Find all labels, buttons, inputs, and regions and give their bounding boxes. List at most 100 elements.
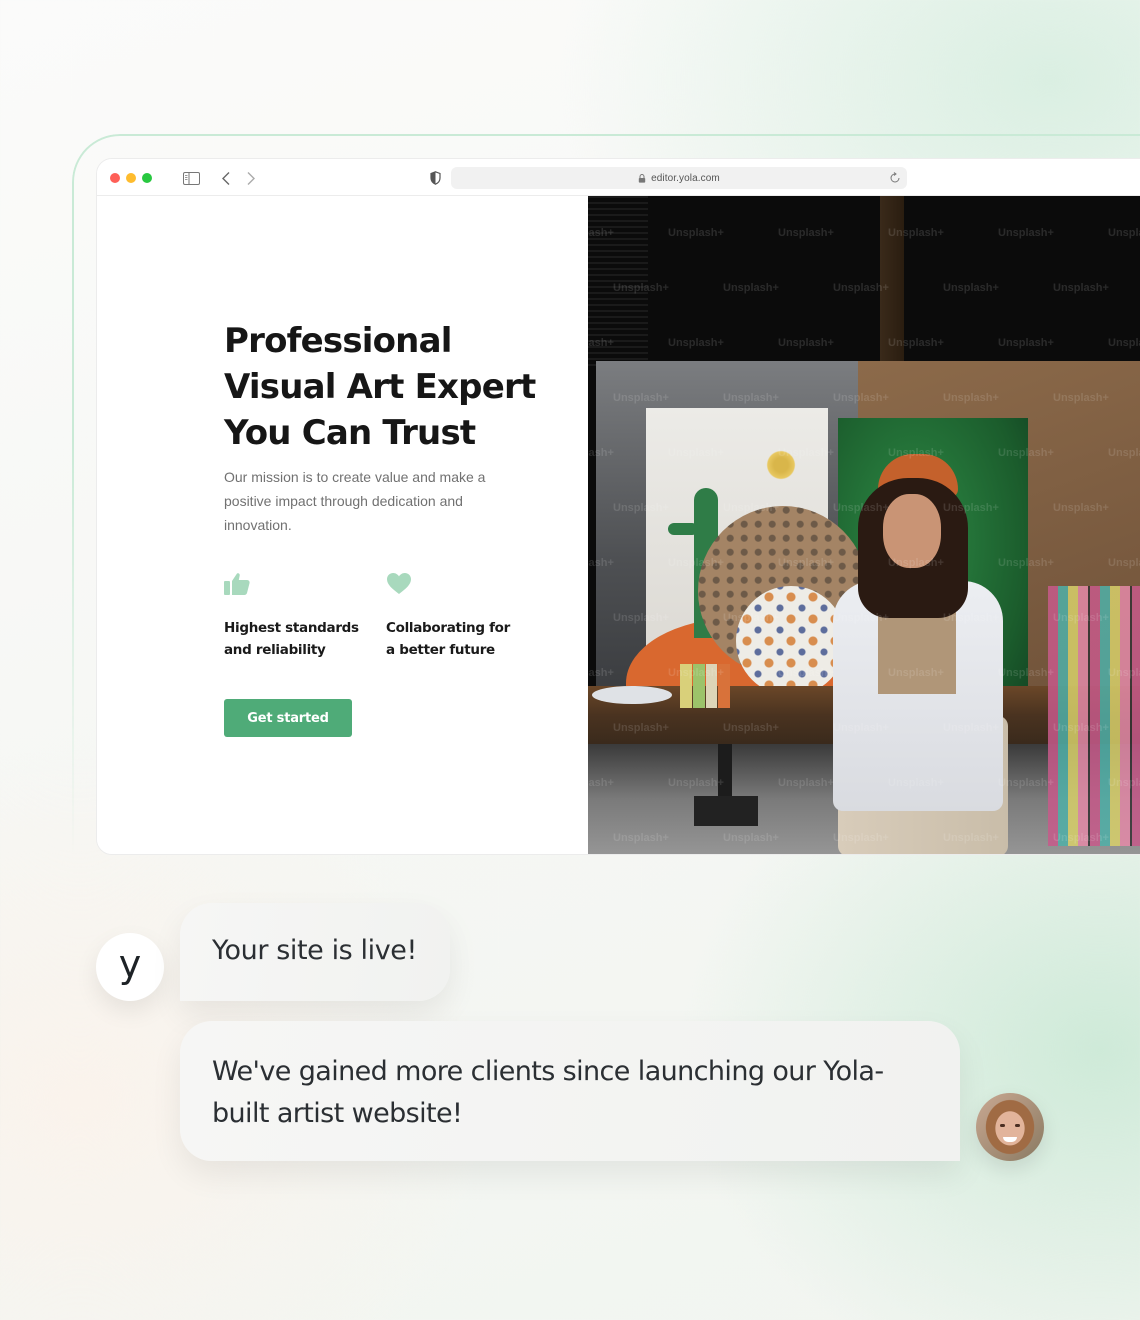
watermark-text: Unsplash+ bbox=[613, 502, 669, 514]
watermark-text: Unsplash+ bbox=[998, 227, 1054, 239]
watermark-text: Unsplash+ bbox=[778, 777, 834, 789]
watermark-text: Unsplash+ bbox=[1053, 392, 1109, 404]
close-window-button[interactable] bbox=[110, 173, 120, 183]
sidebar-icon[interactable] bbox=[183, 172, 200, 185]
watermark-text: Unsplash+ bbox=[888, 667, 944, 679]
forward-icon[interactable] bbox=[246, 171, 256, 186]
hero-image: Unsplash+ Unsplash+ Unsplash+ Unsplash+ Unsp… bbox=[588, 196, 1140, 854]
browser-window: editor.yola.com Professional Visual Art … bbox=[96, 158, 1140, 855]
chat-bubble-user: We've gained more clients since launchin… bbox=[180, 1021, 960, 1161]
watermark-text: Unsplash+ bbox=[668, 227, 724, 239]
headline-line: You Can Trust bbox=[224, 413, 476, 453]
feature-title-line: a better future bbox=[386, 642, 495, 658]
watermark-text: Unsplash+ bbox=[1108, 777, 1140, 789]
watermark-text: Unsplash+ bbox=[888, 227, 944, 239]
feature-title-line: and reliability bbox=[224, 642, 326, 658]
watermark-text: Unsplash+ bbox=[833, 392, 889, 404]
watermark-text: Unsplash+ bbox=[943, 502, 999, 514]
watermark-text: Unsplash+ bbox=[668, 667, 724, 679]
watermark-text: Unsplash+ bbox=[588, 227, 614, 239]
url-text: editor.yola.com bbox=[651, 172, 720, 184]
watermark-text: Unsplash+ bbox=[723, 612, 779, 624]
watermark-text: Unsplash+ bbox=[778, 557, 834, 569]
chat-message-text: Your site is live! bbox=[212, 935, 417, 966]
hero-text-section: Professional Visual Art Expert You Can T… bbox=[97, 196, 588, 854]
photo-table-leg bbox=[718, 744, 732, 802]
headline-line: Visual Art Expert bbox=[224, 367, 536, 407]
watermark-text: Unsplash+ bbox=[723, 502, 779, 514]
watermark-text: Unsplash+ bbox=[778, 227, 834, 239]
watermark-text: Unsplash+ bbox=[778, 667, 834, 679]
watermark-text: Unsplash+ bbox=[613, 282, 669, 294]
get-started-button[interactable]: Get started bbox=[224, 699, 352, 737]
hero-headline: Professional Visual Art Expert You Can T… bbox=[224, 318, 564, 456]
back-icon[interactable] bbox=[221, 171, 231, 186]
watermark-text: Unsplash+ bbox=[668, 557, 724, 569]
watermark-text: Unsplash+ bbox=[1108, 447, 1140, 459]
browser-toolbar: editor.yola.com bbox=[97, 159, 1140, 196]
watermark-text: Unsplash+ bbox=[888, 447, 944, 459]
watermark-text: Unsplash+ bbox=[943, 832, 999, 844]
avatar-eye bbox=[1000, 1124, 1005, 1127]
watermark-text: Unsplash+ bbox=[943, 612, 999, 624]
feature-title: Highest standards and reliability bbox=[224, 617, 374, 661]
watermark-text: Unsplash+ bbox=[1108, 667, 1140, 679]
watermark-text: Unsplash+ bbox=[588, 667, 614, 679]
photo-table-foot bbox=[694, 796, 758, 826]
watermark-text: Unsplash+ bbox=[668, 777, 724, 789]
watermark-text: Unsplash+ bbox=[723, 282, 779, 294]
watermark-text: Unsplash+ bbox=[998, 447, 1054, 459]
feature-collaboration: Collaborating for a better future bbox=[386, 572, 536, 661]
photo-palette bbox=[592, 686, 672, 704]
chat-message-text: We've gained more clients since launchin… bbox=[212, 1056, 884, 1129]
watermark-text: Unsplash+ bbox=[833, 502, 889, 514]
heart-icon bbox=[387, 573, 411, 594]
watermark-text: Unsplash+ bbox=[613, 392, 669, 404]
user-avatar bbox=[976, 1093, 1044, 1161]
avatar-smile bbox=[1003, 1137, 1017, 1142]
watermark-text: Unsplash+ bbox=[1053, 612, 1109, 624]
watermark-text: Unsplash+ bbox=[888, 777, 944, 789]
watermark-text: Unsplash+ bbox=[1053, 502, 1109, 514]
watermark-text: Unsplash+ bbox=[833, 722, 889, 734]
watermark-text: Unsplash+ bbox=[588, 337, 614, 349]
mission-text: Our mission is to create value and make … bbox=[224, 469, 486, 533]
watermark-text: Unsplash+ bbox=[1108, 227, 1140, 239]
watermark-text: Unsplash+ bbox=[613, 722, 669, 734]
chat-bubble-yola: Your site is live! bbox=[180, 903, 450, 1001]
feature-standards: Highest standards and reliability bbox=[224, 572, 374, 661]
watermark-text: Unsplash+ bbox=[613, 832, 669, 844]
feature-title: Collaborating for a better future bbox=[386, 617, 536, 661]
photo-cactus-arm bbox=[668, 523, 698, 535]
watermark-text: Unsplash+ bbox=[1108, 557, 1140, 569]
address-bar[interactable]: editor.yola.com bbox=[451, 167, 907, 189]
watermark-text: Unsplash+ bbox=[1053, 832, 1109, 844]
watermark-text: Unsplash+ bbox=[1053, 282, 1109, 294]
watermark-text: Unsplash+ bbox=[723, 832, 779, 844]
watermark-text: Unsplash+ bbox=[588, 557, 614, 569]
feature-title-line: Collaborating for bbox=[386, 620, 511, 636]
watermark-text: Unsplash+ bbox=[833, 832, 889, 844]
watermark-text: Unsplash+ bbox=[1053, 722, 1109, 734]
minimize-window-button[interactable] bbox=[126, 173, 136, 183]
photo-floral-plate bbox=[736, 586, 846, 696]
yola-logo-icon: y bbox=[118, 942, 142, 986]
watermark-text: Unsplash+ bbox=[943, 392, 999, 404]
watermark-text: Unsplash+ bbox=[888, 337, 944, 349]
watermark-text: Unsplash+ bbox=[998, 777, 1054, 789]
watermark-text: Unsplash+ bbox=[998, 667, 1054, 679]
watermark-text: Unsplash+ bbox=[668, 447, 724, 459]
watermark-text: Unsplash+ bbox=[833, 282, 889, 294]
watermark-text: Unsplash+ bbox=[833, 612, 889, 624]
shield-icon[interactable] bbox=[430, 171, 441, 185]
watermark-text: Unsplash+ bbox=[778, 337, 834, 349]
photo-paint-shelf bbox=[1048, 586, 1140, 846]
watermark-text: Unsplash+ bbox=[588, 447, 614, 459]
reload-icon[interactable] bbox=[889, 172, 901, 184]
watermark-text: Unsplash+ bbox=[668, 337, 724, 349]
maximize-window-button[interactable] bbox=[142, 173, 152, 183]
feature-title-line: Highest standards bbox=[224, 620, 359, 636]
avatar-eye bbox=[1015, 1124, 1020, 1127]
watermark-text: Unsplash+ bbox=[778, 447, 834, 459]
watermark-text: Unsplash+ bbox=[723, 392, 779, 404]
